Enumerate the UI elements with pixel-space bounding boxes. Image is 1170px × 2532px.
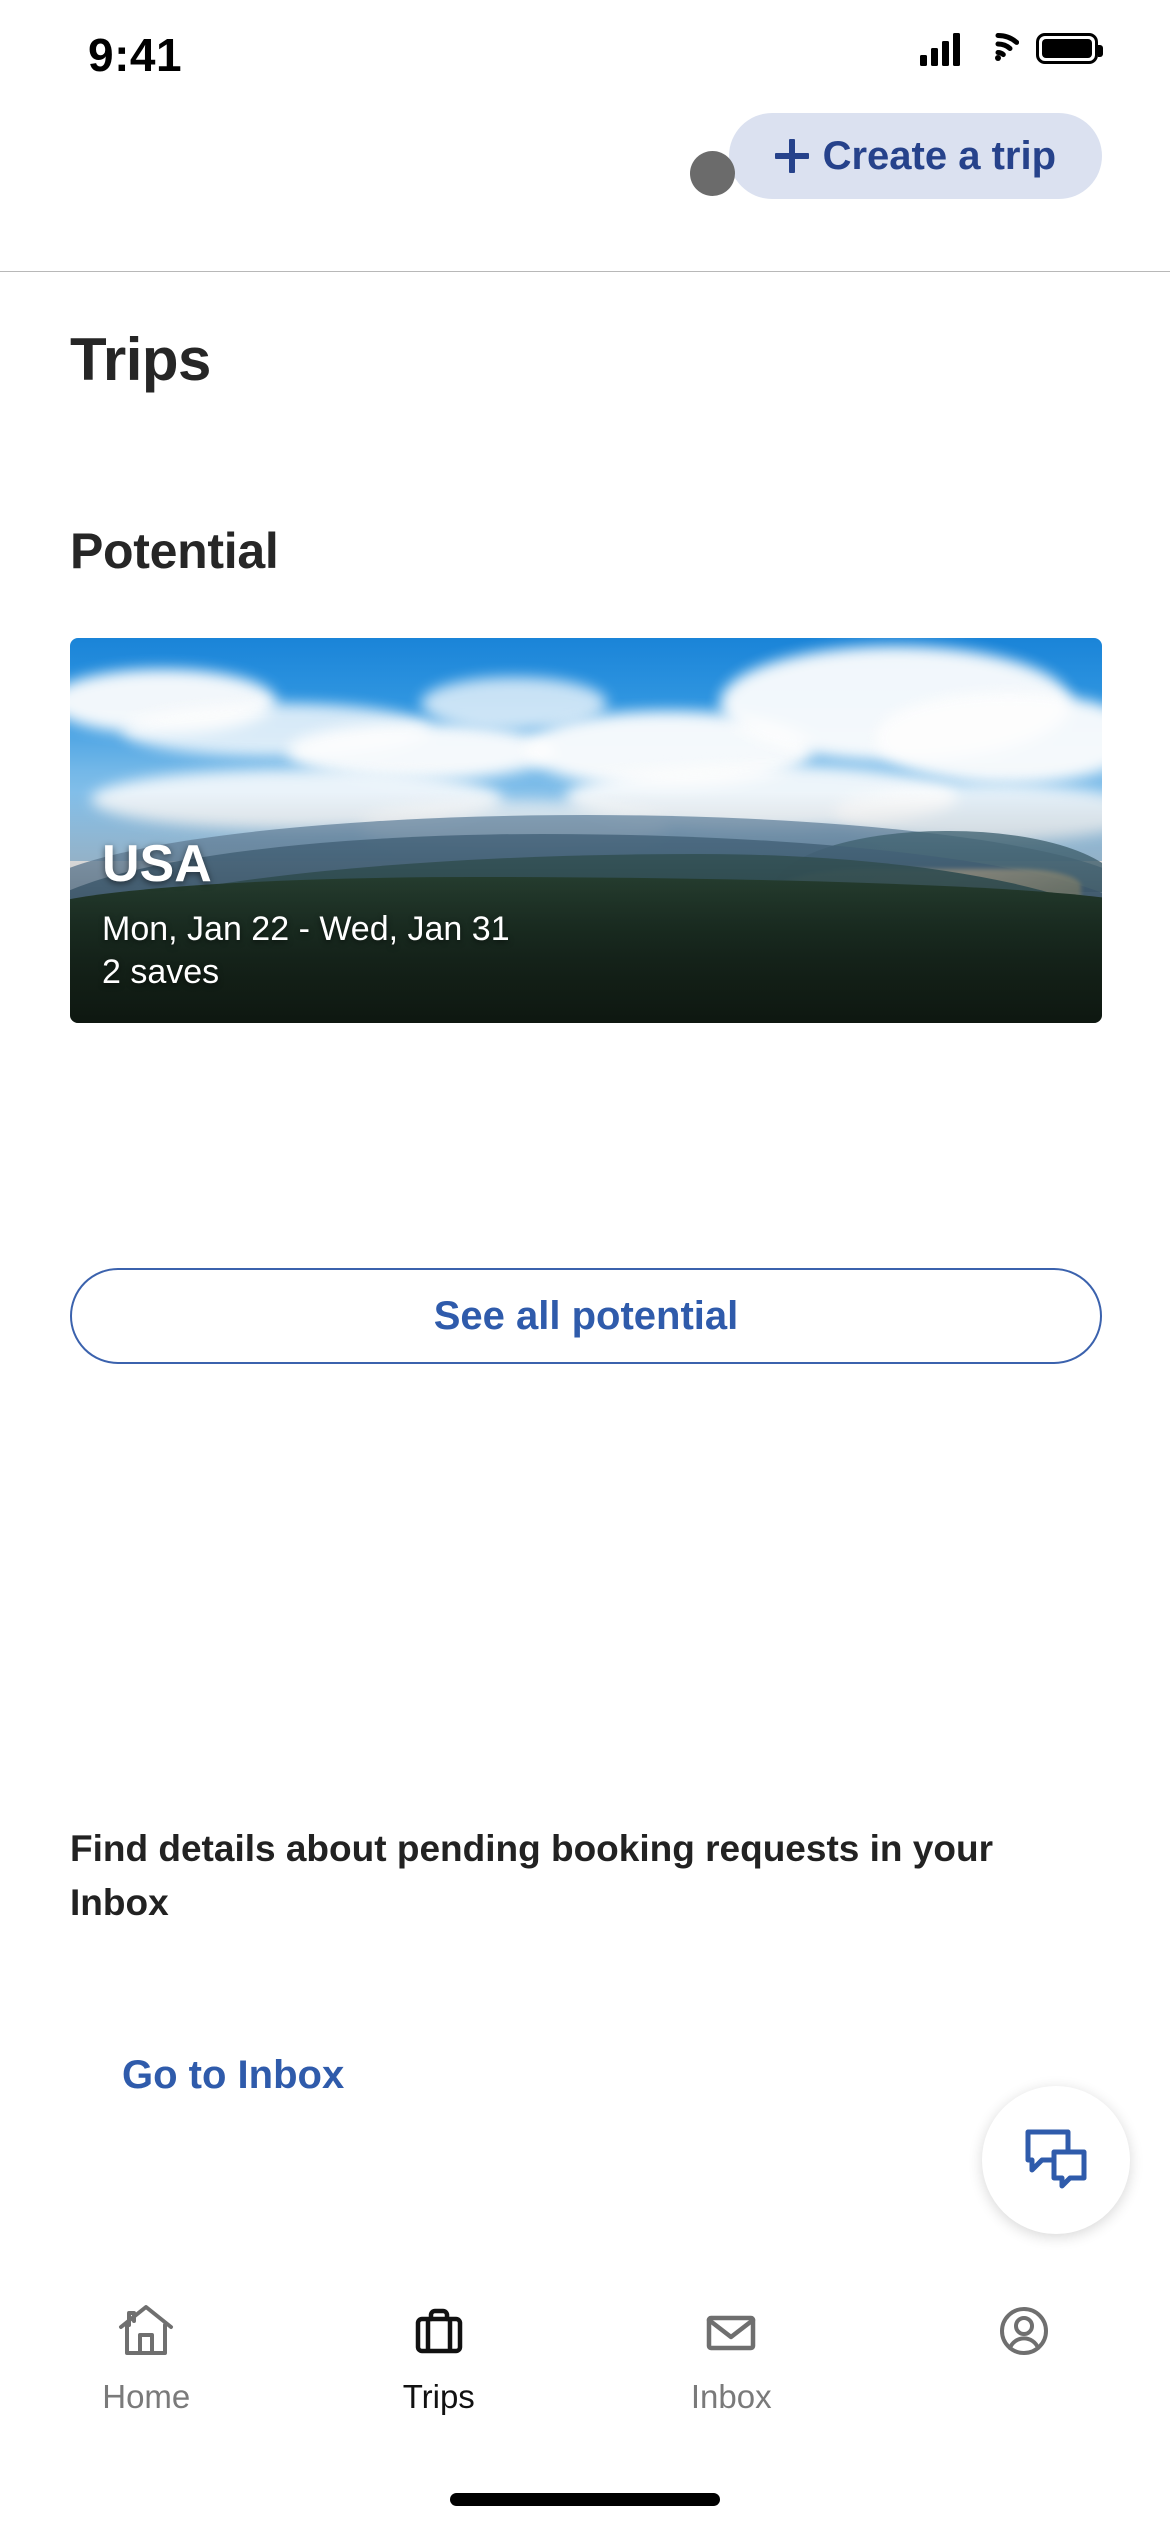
chat-support-button[interactable]	[982, 2086, 1130, 2234]
home-indicator	[450, 2493, 720, 2506]
cursor-pointer	[690, 151, 735, 196]
trip-card-info: USA Mon, Jan 22 - Wed, Jan 31 2 saves	[102, 837, 510, 995]
briefcase-icon	[408, 2298, 470, 2364]
wifi-icon	[977, 30, 1020, 67]
house-icon	[115, 2298, 177, 2364]
profile-icon	[993, 2298, 1055, 2364]
app-screen: 9:41 Create a trip Trips Potential USA M…	[0, 0, 1170, 2532]
nav-item-inbox[interactable]: Inbox	[585, 2272, 878, 2416]
nav-item-trips[interactable]: Trips	[293, 2272, 586, 2416]
bottom-navigation-bar: Home Trips Inbox	[0, 2272, 1170, 2532]
nav-label-inbox: Inbox	[690, 2378, 772, 2415]
status-bar-icons	[920, 30, 1103, 67]
create-trip-label: Create a trip	[822, 133, 1056, 178]
plus-icon	[774, 139, 809, 173]
trip-card-saves: 2 saves	[102, 953, 220, 992]
trip-card-dates: Mon, Jan 22 - Wed, Jan 31	[102, 909, 510, 948]
chat-bubbles-icon	[1018, 2122, 1094, 2199]
section-title-potential: Potential	[70, 523, 279, 579]
see-all-potential-button[interactable]: See all potential	[70, 1268, 1102, 1364]
see-all-potential-label: See all potential	[433, 1293, 739, 1338]
envelope-icon	[700, 2298, 762, 2364]
status-bar: 9:41	[0, 0, 1170, 120]
cellular-signal-icon	[920, 32, 960, 66]
trip-card-destination: USA	[102, 835, 212, 894]
battery-icon	[1036, 33, 1103, 64]
nav-label-home: Home	[102, 2378, 191, 2415]
trip-card-usa[interactable]: USA Mon, Jan 22 - Wed, Jan 31 2 saves	[70, 638, 1102, 1023]
nav-label-trips: Trips	[402, 2378, 475, 2415]
nav-item-home[interactable]: Home	[0, 2272, 293, 2416]
status-bar-time: 9:41	[88, 29, 183, 81]
app-header: Create a trip	[0, 113, 1170, 272]
inbox-prompt-message: Find details about pending booking reque…	[70, 1828, 993, 1923]
page-title: Trips	[70, 326, 211, 393]
nav-item-profile[interactable]	[878, 2272, 1170, 2378]
go-to-inbox-link[interactable]: Go to Inbox	[122, 2053, 344, 2098]
create-trip-button[interactable]: Create a trip	[728, 113, 1102, 199]
